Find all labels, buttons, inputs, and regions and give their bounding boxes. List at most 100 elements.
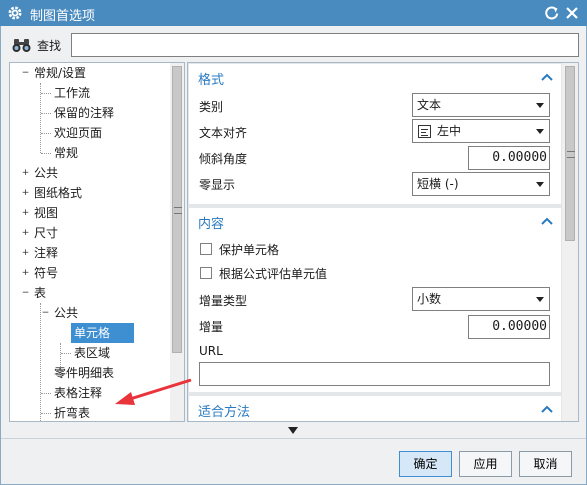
- tree-scrollbar[interactable]: [170, 63, 184, 421]
- tree-item-label: 注释: [34, 246, 59, 260]
- tree-item-label: 工作流: [54, 86, 91, 100]
- collapse-icon[interactable]: −: [41, 309, 50, 318]
- protect-cell-label: 保护单元格: [219, 243, 280, 257]
- content-section: 内容 保护单元格 根据公式评估单元值 增量类型 小数 增量 0.00000 UR…: [189, 208, 561, 392]
- zero-display-value: 短横 (-): [417, 177, 459, 191]
- tree-item-label: 保留的注释: [54, 106, 115, 120]
- increment-type-label: 增量类型: [199, 294, 248, 308]
- tree-item-common[interactable]: + 公共: [22, 163, 59, 183]
- cancel-button[interactable]: 取消: [519, 451, 572, 477]
- tree-item-cell[interactable]: 单元格: [71, 323, 135, 343]
- collapse-icon[interactable]: −: [21, 289, 30, 298]
- chevron-down-icon: [536, 103, 544, 108]
- title-bar: 制图首选项: [0, 0, 587, 26]
- expand-icon[interactable]: +: [21, 169, 30, 178]
- apply-button[interactable]: 应用: [459, 451, 512, 477]
- increment-label: 增量: [199, 320, 224, 334]
- expand-icon[interactable]: +: [21, 229, 30, 238]
- dialog-body: 查找 − 常规/设置 工作流 保留的注释 欢迎页面 常规 + 公共 + 图纸格式…: [0, 26, 587, 485]
- fit-method-section: 适合方法: [189, 396, 561, 421]
- slant-angle-label: 倾斜角度: [199, 152, 248, 166]
- search-input[interactable]: [71, 33, 579, 57]
- window-title: 制图首选项: [30, 9, 96, 24]
- scrollbar-thumb[interactable]: [172, 66, 182, 353]
- tree-item-label: 表区域: [74, 346, 111, 360]
- expand-icon[interactable]: +: [21, 189, 30, 198]
- tree-item-general[interactable]: 常规: [54, 143, 78, 163]
- tree-item-symbol[interactable]: + 符号: [22, 263, 59, 283]
- annotation-arrow-icon: [115, 378, 192, 405]
- tree-item-label: 常规: [54, 146, 79, 160]
- tree-item-general-settings[interactable]: − 常规/设置: [22, 63, 87, 83]
- binoculars-icon: [12, 39, 31, 52]
- expand-icon[interactable]: +: [21, 269, 30, 278]
- category-value: 文本: [417, 98, 442, 112]
- chevron-up-icon[interactable]: [540, 404, 554, 414]
- tree-item-label: 表: [34, 286, 47, 300]
- tree-item-table[interactable]: − 表: [22, 283, 47, 303]
- chevron-down-icon: [536, 129, 544, 134]
- chevron-up-icon[interactable]: [540, 216, 554, 226]
- format-section: 格式 类别 文本 文本对齐 左中 倾斜角度 0.00000 零显示 短横 (-): [189, 64, 561, 204]
- category-label: 类别: [199, 100, 224, 114]
- tree-item-workflow[interactable]: 工作流: [54, 83, 90, 103]
- fit-method-section-title: 适合方法: [198, 405, 251, 420]
- protect-cell-checkbox[interactable]: [200, 243, 212, 255]
- tree-item-retained-annotations[interactable]: 保留的注释: [54, 103, 114, 123]
- increment-type-dropdown[interactable]: 小数: [412, 287, 550, 311]
- settings-panel: 格式 类别 文本 文本对齐 左中 倾斜角度 0.00000 零显示 短横 (-)…: [187, 62, 579, 422]
- tree-item-welcome-page[interactable]: 欢迎页面: [54, 123, 102, 143]
- tree-item-view[interactable]: + 视图: [22, 203, 59, 223]
- zero-display-dropdown[interactable]: 短横 (-): [412, 172, 550, 196]
- tree-item-label: 折弯表: [54, 406, 91, 420]
- tree-item-label: 符号: [34, 266, 59, 280]
- url-input[interactable]: [199, 362, 550, 386]
- zero-display-label: 零显示: [199, 178, 236, 192]
- tree-item-table-section[interactable]: 表区域: [74, 343, 110, 363]
- scrollbar-thumb[interactable]: [565, 66, 575, 241]
- search-label: 查找: [37, 39, 62, 53]
- tree-item-annotation[interactable]: + 注释: [22, 243, 59, 263]
- expand-icon[interactable]: +: [21, 249, 30, 258]
- tree-item-bend-table[interactable]: 折弯表: [54, 403, 91, 421]
- tree-item-parts-list[interactable]: 零件明细表: [54, 363, 114, 383]
- formula-evaluate-checkbox[interactable]: [200, 267, 212, 279]
- expand-icon[interactable]: +: [21, 209, 30, 218]
- slant-angle-input[interactable]: 0.00000: [468, 146, 550, 170]
- tree-item-label: 公共: [54, 306, 79, 320]
- tree-item-label: 表格注释: [54, 386, 103, 400]
- increment-input[interactable]: 0.00000: [468, 315, 550, 339]
- text-align-value: 左中: [437, 124, 462, 138]
- formula-evaluate-label: 根据公式评估单元值: [219, 267, 328, 281]
- triangle-down-icon[interactable]: [288, 427, 298, 434]
- tree-item-label: 尺寸: [34, 226, 59, 240]
- tree-item-label: 视图: [34, 206, 59, 220]
- tree-item-label: 图纸格式: [34, 186, 83, 200]
- increment-type-value: 小数: [417, 292, 442, 306]
- tree-item-label: 常规/设置: [34, 66, 87, 80]
- ok-button[interactable]: 确定: [399, 451, 452, 477]
- gear-icon: [8, 6, 22, 20]
- settings-scrollbar[interactable]: [562, 63, 578, 421]
- collapse-icon[interactable]: −: [21, 69, 30, 78]
- url-label: URL: [199, 344, 223, 358]
- text-align-label: 文本对齐: [199, 126, 248, 140]
- search-bar: 查找: [9, 33, 579, 57]
- tree-item-table-common[interactable]: − 公共: [42, 303, 79, 323]
- chevron-up-icon[interactable]: [540, 72, 554, 82]
- category-dropdown[interactable]: 文本: [412, 93, 550, 117]
- preferences-tree: − 常规/设置 工作流 保留的注释 欢迎页面 常规 + 公共 + 图纸格式 + …: [9, 62, 185, 422]
- format-section-title: 格式: [198, 73, 225, 88]
- tree-item-dimension[interactable]: + 尺寸: [22, 223, 59, 243]
- tree-item-label: 零件明细表: [54, 366, 115, 380]
- tree-item-label: 欢迎页面: [54, 126, 103, 140]
- reset-icon[interactable]: [543, 4, 561, 22]
- tree-item-tabular-note[interactable]: 表格注释: [54, 383, 102, 403]
- tree-item-label: 公共: [34, 166, 59, 180]
- align-left-middle-icon: [418, 125, 431, 138]
- chevron-down-icon: [536, 297, 544, 302]
- button-bar: 确定 应用 取消: [1, 438, 586, 484]
- text-align-dropdown[interactable]: 左中: [412, 119, 550, 143]
- tree-item-drawing-format[interactable]: + 图纸格式: [22, 183, 83, 203]
- close-icon[interactable]: [563, 4, 581, 22]
